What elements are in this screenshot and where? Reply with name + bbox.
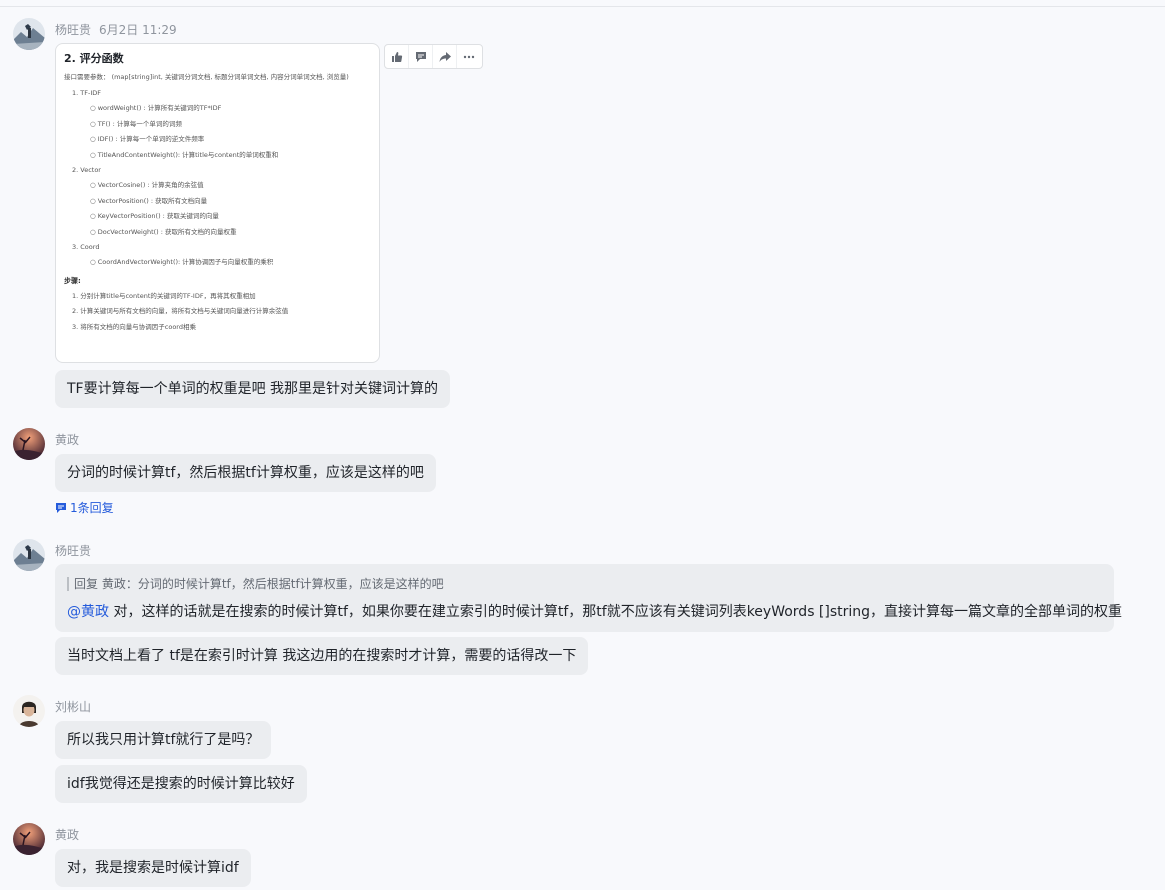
avatar[interactable] [13,823,45,855]
sender-name[interactable]: 黄政 [55,433,79,447]
thread-replies-link[interactable]: 1条回复 [55,499,114,516]
forward-icon [439,51,451,62]
message-bubble[interactable]: 所以我只用计算tf就行了是吗？ [55,721,272,759]
doc-steps-title: 步骤: [64,276,81,285]
doc-list-item: ○ wordWeight() : 计算所有关键词的TF*IDF [90,104,222,113]
sender-name[interactable]: 黄政 [55,828,79,842]
doc-steps-list: 1. 分别计算title与content的关键词的TF-IDF，再将其权重相加 2… [64,289,371,335]
message-toolbar [384,44,483,69]
sender-name[interactable]: 杨旺贵 [55,23,91,37]
avatar-sunset-tree-icon [13,428,45,460]
doc-list-item: ○ VectorPosition() : 获取所有文档向量 [90,196,208,205]
forward-button[interactable] [433,45,457,68]
avatar[interactable] [13,18,45,50]
doc-step-item: 3. 将所有文档的向量与协调因子coord相乘 [72,322,196,331]
timestamp: 6月2日 11:29 [99,23,177,37]
doc-list-item: ○ DocVectorWeight() : 获取所有文档的向量权重 [90,227,237,236]
mention-link[interactable]: @黄政 [67,604,109,620]
doc-list-item: ○ IDF() : 计算每一个单词的逆文件频率 [90,135,205,144]
doc-list-item: 2. Vector [72,166,101,175]
avatar[interactable] [13,695,45,727]
top-divider [0,6,1165,7]
doc-list-item: ○ CoordAndVectorWeight(): 计算协调因子与向量权重的乘积 [90,258,274,267]
message-bubble[interactable]: TF要计算每一个单词的权重是吧 我那里是针对关键词计算的 [55,370,451,408]
message-meta: 黄政 [55,826,79,843]
avatar-sunset-tree-icon [13,823,45,855]
quoted-reply[interactable]: 回复 黄政：分词的时候计算tf，然后根据tf计算权重，应该是这样的吧 [67,577,444,591]
message-bubble[interactable]: 当时文档上看了 tf是在索引时计算 我这边用的在搜索时才计算，需要的话得改一下 [55,637,589,675]
message-text: @黄政 对，这样的话就是在搜索的时候计算tf，如果你要在建立索引的时候计算tf，… [67,602,1122,622]
doc-list-item: ○ KeyVectorPosition() : 获取关键词的向量 [90,212,219,221]
message-meta: 杨旺贵 6月2日 11:29 [55,21,177,38]
like-button[interactable] [385,45,409,68]
avatar[interactable] [13,428,45,460]
message-bubble[interactable]: 对，我是搜索是时候计算idf [55,849,251,887]
doc-list-item: ○ TF() : 计算每一个单词的词频 [90,119,182,128]
message-meta: 杨旺贵 [55,542,91,559]
doc-list-item: ○ VectorCosine() : 计算夹角的余弦值 [90,181,204,190]
doc-heading: 2. 评分函数 [64,52,124,65]
comment-icon [415,51,426,62]
doc-list-item: 3. Coord [72,243,100,252]
message-bubble-with-quote[interactable]: 回复 黄政：分词的时候计算tf，然后根据tf计算权重，应该是这样的吧 @黄政 对… [55,564,1122,632]
message-bubble[interactable]: idf我觉得还是搜索的时候计算比较好 [55,765,307,803]
more-button[interactable] [457,45,481,68]
doc-intro: 接口需要参数： (map[string]int, 关键词分词文档, 标题分词单词… [64,73,349,81]
more-icon [463,55,475,58]
avatar-landscape-icon [13,539,45,571]
sender-name[interactable]: 杨旺贵 [55,544,91,558]
doc-step-item: 2. 计算关键词与所有文档的向量，将所有文档与关键词向量进行计算余弦值 [72,307,289,316]
avatar[interactable] [13,539,45,571]
message-body: 对，这样的话就是在搜索的时候计算tf，如果你要在建立索引的时候计算tf，那tf就… [109,604,1123,620]
reply-count: 1条回复 [70,501,114,515]
message-meta: 黄政 [55,431,79,448]
message-meta: 刘彬山 [55,698,91,715]
reply-button[interactable] [409,45,433,68]
avatar-landscape-icon [13,18,45,50]
sender-name[interactable]: 刘彬山 [55,700,91,714]
reply-thread-icon [56,502,66,513]
thumbs-up-icon [391,51,402,62]
message-bubble[interactable]: 分词的时候计算tf，然后根据tf计算权重，应该是这样的吧 [55,454,436,492]
doc-item-list: 1. TF-IDF ○ wordWeight() : 计算所有关键词的TF*IDF… [64,86,371,271]
avatar-character-icon [13,695,45,727]
document-image[interactable]: 2. 评分函数 接口需要参数： (map[string]int, 关键词分词文档… [55,43,380,363]
doc-step-item: 1. 分别计算title与content的关键词的TF-IDF，再将其权重相加 [72,291,256,300]
doc-list-item: 1. TF-IDF [72,89,101,97]
doc-list-item: ○ TitleAndContentWeight(): 计算title与conte… [90,150,279,159]
